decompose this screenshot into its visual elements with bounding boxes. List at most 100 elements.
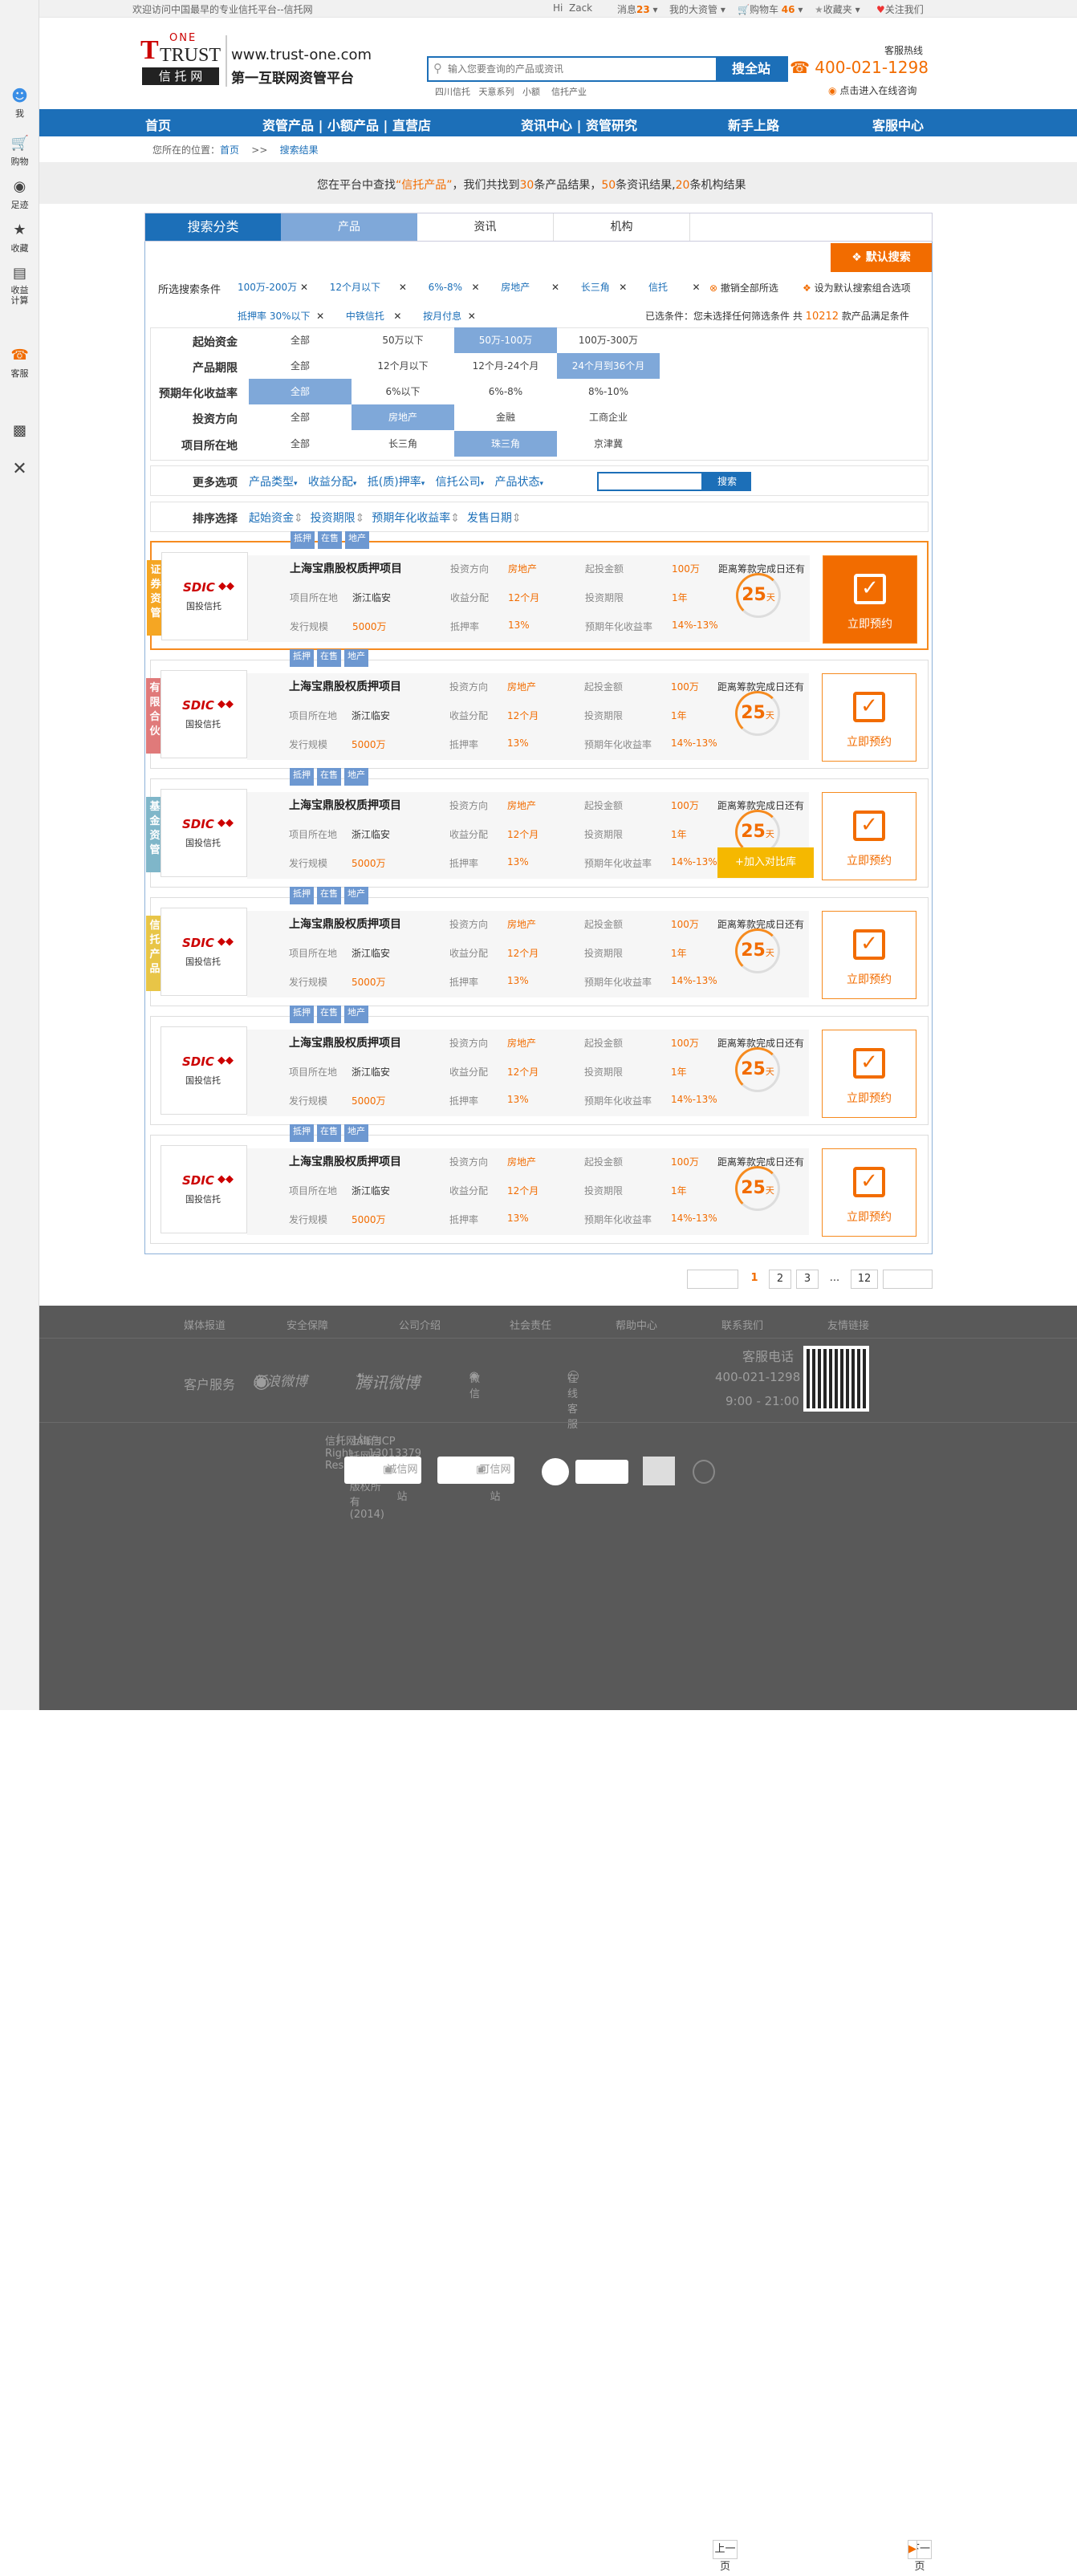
more-product-type[interactable]: 产品类型▾ (249, 476, 298, 489)
condition-tag[interactable]: 中铁信托 ✕ (346, 311, 402, 322)
book-now-button[interactable]: ✓ 立即预约 (822, 673, 916, 762)
footer-link[interactable]: 公司介绍 (399, 1317, 441, 1332)
nav-service[interactable]: 客服中心 (872, 115, 924, 134)
sidebar-item-cart[interactable]: 🛒 购物 (0, 135, 39, 168)
filter-option[interactable]: 全部 (249, 327, 352, 353)
search-all-button[interactable]: 搜全站 (716, 58, 786, 80)
hot-word[interactable]: 小额 (522, 87, 540, 97)
filter-option[interactable]: 12个月以下 (352, 353, 454, 379)
hot-word[interactable]: 天意系列 (479, 87, 514, 97)
filter-option[interactable]: 京津冀 (557, 431, 660, 457)
book-now-button[interactable]: ✓ 立即预约 (822, 911, 916, 999)
norton-badge-icon[interactable] (575, 1460, 628, 1484)
cancel-all-link[interactable]: ⊗ 撤销全部所选 (709, 281, 778, 295)
footer-link[interactable]: 友情链接 (827, 1317, 869, 1332)
tab-news[interactable]: 资讯 (417, 213, 554, 241)
product-name[interactable]: 上海宝鼎股权质押项目 (290, 560, 402, 576)
product-card[interactable]: 有限合伙 SDIC ◆◆ 国投信托 抵押 在售 地产 上海宝鼎股权质押项目 投资方向 房地产 起投金… (146, 649, 929, 769)
book-now-button[interactable]: ✓ 立即预约 (823, 555, 917, 644)
close-icon[interactable]: ✕ (0, 461, 39, 481)
product-name[interactable]: 上海宝鼎股权质押项目 (289, 1153, 401, 1169)
next-page-button[interactable]: 下一页 ▶ (883, 1270, 933, 2573)
sidebar-item-service[interactable]: ☎ 客服 (0, 347, 39, 380)
nav-home[interactable]: 首页 (145, 115, 171, 134)
condition-tag[interactable]: 12个月以下 ✕ (330, 282, 407, 293)
sort-yield[interactable]: 预期年化收益率⇕ (372, 512, 460, 525)
sort-min-amount[interactable]: 起始资金⇕ (249, 512, 303, 525)
filter-option[interactable]: 长三角 (352, 431, 454, 457)
default-search-button[interactable]: ❖ 默认搜索 (831, 243, 932, 272)
filter-option[interactable]: 全部 (249, 404, 352, 430)
filter-option[interactable]: 金融 (454, 404, 557, 430)
company-logo[interactable]: SDIC ◆◆ 国投信托 (161, 789, 247, 877)
page-2[interactable]: 2 (769, 1270, 791, 1289)
page-3[interactable]: 3 (796, 1270, 819, 1289)
breadcrumb-current[interactable]: 搜索结果 (280, 144, 319, 156)
sidebar-item-me[interactable]: ☻ 我 (0, 87, 39, 120)
filter-option[interactable]: 6%以下 (352, 379, 454, 404)
set-default-link[interactable]: ❖ 设为默认搜索组合选项 (803, 281, 911, 295)
filter-option[interactable]: 50万-100万 (454, 327, 557, 353)
more-status[interactable]: 产品状态▾ (495, 476, 544, 489)
filter-option[interactable]: 工商企业 (557, 404, 660, 430)
nav-products[interactable]: 资管产品 | 小额产品 | 直营店 (262, 115, 431, 134)
online-consult-link[interactable]: ◉ 点击进入在线咨询 (828, 83, 916, 97)
footer-link[interactable]: 帮助中心 (616, 1317, 657, 1332)
condition-tag[interactable]: 按月付息 ✕ (423, 311, 476, 322)
filter-option[interactable]: 8%-10% (557, 379, 660, 404)
qrcode-icon[interactable]: ▩ (0, 422, 39, 442)
company-logo[interactable]: SDIC ◆◆ 国投信托 (161, 552, 248, 640)
page-1[interactable]: 1 (743, 1270, 766, 1289)
filter-option[interactable]: 房地产 (352, 404, 454, 430)
hot-word[interactable]: 四川信托 (435, 87, 470, 97)
footer-link[interactable]: 媒体报道 (184, 1317, 226, 1332)
condition-tag[interactable]: 6%-8% ✕ (429, 282, 480, 293)
product-card[interactable]: 证券资管 SDIC ◆◆ 国投信托 抵押 在售 地产 上海宝鼎股权质押项目 投资方向 房地产 起投金… (147, 531, 929, 650)
filter-option[interactable]: 全部 (249, 353, 352, 379)
book-now-button[interactable]: ✓ 立即预约 (822, 1148, 916, 1237)
filter-option[interactable]: 6%-8% (454, 379, 557, 404)
footer-link[interactable]: 联系我们 (721, 1317, 763, 1332)
follow-link[interactable]: ♥关注我们 (876, 2, 924, 16)
my-assets-link[interactable]: 我的大资管 ▾ (669, 2, 725, 16)
book-now-button[interactable]: ✓ 立即预约 (822, 1030, 916, 1118)
product-name[interactable]: 上海宝鼎股权质押项目 (289, 916, 401, 932)
condition-tag[interactable]: 100万-200万 ✕ (238, 282, 308, 293)
footer-link[interactable]: 社会责任 (510, 1317, 551, 1332)
nav-news[interactable]: 资讯中心 | 资管研究 (521, 115, 637, 134)
filter-option[interactable]: 24个月到36个月 (557, 353, 660, 379)
hot-word[interactable]: 信托产业 (551, 87, 587, 97)
police-badge-icon[interactable] (643, 1457, 675, 1485)
cart-link[interactable]: 🛒购物车 46 ▾ (738, 2, 803, 16)
add-compare-button[interactable]: +加入对比库 (717, 847, 814, 878)
filter-option[interactable]: 50万以下 (352, 327, 454, 353)
filter-option[interactable]: 100万-300万 (557, 327, 660, 353)
sidebar-item-calculator[interactable]: ▤ 收益计算 (0, 265, 39, 306)
sidebar-item-favorite[interactable]: ★ 收藏 (0, 221, 39, 254)
company-logo[interactable]: SDIC ◆◆ 国投信托 (161, 908, 247, 996)
more-search-button[interactable]: 搜索 (703, 472, 751, 491)
filter-option[interactable]: 全部 (249, 379, 352, 404)
badge-trusted[interactable]: ▣ 诚信网站 (344, 1457, 421, 1503)
filter-option[interactable]: 12个月-24个月 (454, 353, 557, 379)
condition-tag[interactable]: 房地产 ✕ (501, 282, 559, 293)
shield-badge-icon[interactable] (693, 1460, 715, 1484)
product-name[interactable]: 上海宝鼎股权质押项目 (289, 797, 401, 813)
nav-newbie[interactable]: 新手上路 (728, 115, 779, 134)
filter-option[interactable]: 全部 (249, 431, 352, 457)
condition-tag[interactable]: 抵押率 30%以下 ✕ (238, 311, 324, 322)
page-12[interactable]: 12 (851, 1270, 878, 1289)
product-card[interactable]: SDIC ◆◆ 国投信托 抵押 在售 地产 上海宝鼎股权质押项目 投资方向 房地产 起投金额 100… (150, 1124, 929, 1244)
more-distribution[interactable]: 收益分配▾ (308, 476, 357, 489)
filter-option[interactable]: 珠三角 (454, 431, 557, 457)
badge-credible[interactable]: ▣ 可信网站 (437, 1457, 514, 1503)
more-company[interactable]: 信托公司▾ (436, 476, 485, 489)
username[interactable]: Zack (569, 2, 592, 14)
breadcrumb-home[interactable]: 首页 (220, 144, 239, 156)
company-logo[interactable]: SDIC ◆◆ 国投信托 (161, 1026, 247, 1115)
condition-tag[interactable]: 长三角 ✕ (581, 282, 628, 293)
book-now-button[interactable]: ✓ 立即预约 (822, 792, 916, 880)
condition-tag[interactable]: 信托 ✕ (648, 282, 701, 293)
footer-link[interactable]: 安全保障 (287, 1317, 328, 1332)
product-card[interactable]: SDIC ◆◆ 国投信托 抵押 在售 地产 上海宝鼎股权质押项目 投资方向 房地产 起投金额 100… (150, 1006, 929, 1125)
